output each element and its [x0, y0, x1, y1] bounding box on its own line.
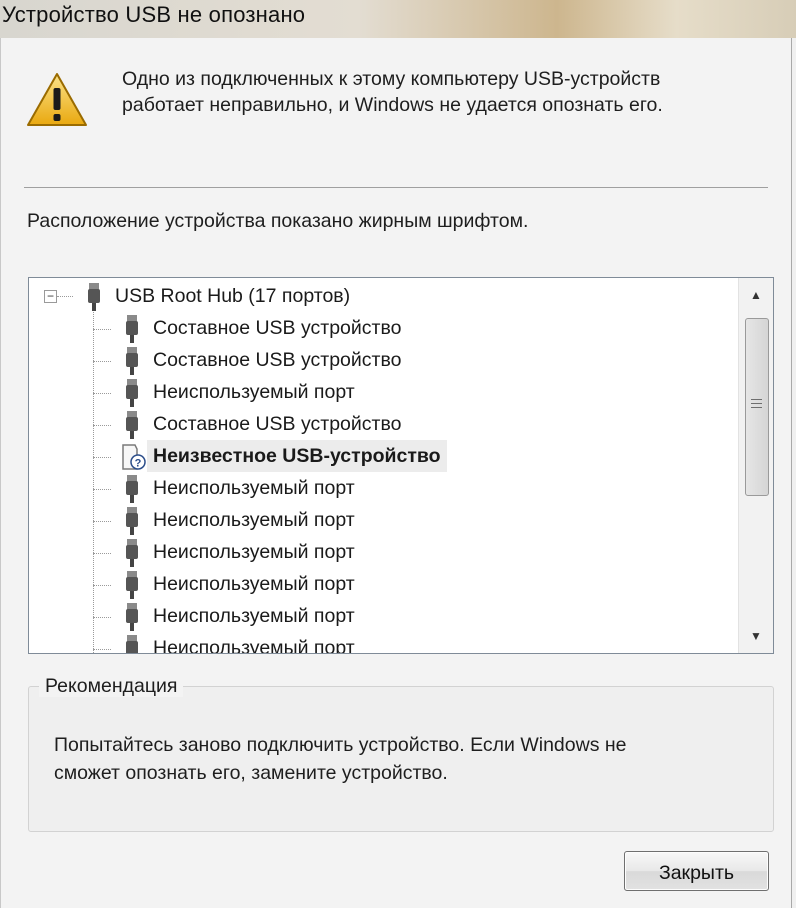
scroll-down-arrow-icon[interactable]: ▼	[739, 619, 773, 653]
warning-icon	[27, 73, 87, 126]
usb-plug-icon	[126, 379, 138, 407]
tree-item-label: Составное USB устройство	[153, 349, 402, 371]
svg-text:?: ?	[135, 458, 142, 470]
tree-item-label: Неиспользуемый порт	[153, 477, 355, 499]
usb-plug-icon	[126, 411, 138, 439]
tree-connector	[93, 329, 111, 330]
recommendation-group: Рекомендация Попытайтесь заново подключи…	[28, 675, 774, 832]
tree-connector	[93, 393, 111, 394]
tree-item-label: Составное USB устройство	[153, 413, 402, 435]
tree-item-label: Неизвестное USB-устройство	[147, 440, 447, 472]
recommendation-text: Попытайтесь заново подключить устройство…	[54, 731, 744, 787]
tree-node-label: USB Root Hub (17 портов)	[115, 285, 351, 307]
tree-connector	[93, 585, 111, 586]
usb-plug-icon	[126, 635, 138, 653]
usb-plug-icon	[126, 603, 138, 631]
tree-connector	[93, 521, 111, 522]
scroll-thumb[interactable]	[745, 318, 769, 496]
tree-connector	[93, 649, 111, 650]
recommendation-line-1: Попытайтесь заново подключить устройство…	[54, 734, 627, 756]
usb-plug-icon	[126, 475, 138, 503]
tree-connector	[93, 457, 111, 458]
grip-icon	[751, 399, 762, 411]
recommendation-line-2: сможет опознать его, замените устройство…	[54, 762, 448, 784]
collapse-toggle[interactable]: −	[44, 290, 57, 303]
device-tree[interactable]: − USB Root Hub (17 портов) Составное USB…	[28, 277, 774, 654]
tree-item-label: Неиспользуемый порт	[153, 381, 355, 403]
hint-text: Расположение устройства показано жирным …	[27, 210, 529, 232]
tree-connector	[93, 617, 111, 618]
error-message: Одно из подключенных к этому компьютеру …	[122, 66, 762, 118]
tree-item-label: Неиспользуемый порт	[153, 573, 355, 595]
usb-plug-icon	[88, 283, 100, 311]
title-bar: Устройство USB не опознано	[0, 0, 796, 38]
usb-plug-icon	[126, 539, 138, 567]
vertical-scrollbar[interactable]: ▲ ▼	[738, 278, 773, 653]
tree-connector	[93, 425, 111, 426]
tree-item-label: Составное USB устройство	[153, 317, 402, 339]
tree-connector	[93, 489, 111, 490]
tree-item-label: Неиспользуемый порт	[153, 637, 355, 653]
tree-viewport: − USB Root Hub (17 портов) Составное USB…	[29, 278, 737, 653]
tree-connector	[57, 296, 73, 297]
window-title: Устройство USB не опознано	[2, 2, 306, 27]
usb-plug-icon	[126, 347, 138, 375]
separator	[24, 187, 768, 188]
message-line-1: Одно из подключенных к этому компьютеру …	[122, 68, 661, 90]
tree-connector	[93, 361, 111, 362]
usb-plug-icon	[126, 315, 138, 343]
tree-connector	[93, 553, 111, 554]
usb-plug-icon	[126, 571, 138, 599]
tree-item-label: Неиспользуемый порт	[153, 541, 355, 563]
tree-connector	[93, 312, 94, 653]
close-button[interactable]: Закрыть	[624, 851, 769, 891]
unknown-device-icon: ?	[122, 444, 146, 470]
tree-item-label: Неиспользуемый порт	[153, 605, 355, 627]
usb-plug-icon	[126, 507, 138, 535]
recommendation-legend: Рекомендация	[39, 675, 184, 697]
scroll-up-arrow-icon[interactable]: ▲	[739, 278, 773, 312]
tree-item-label: Неиспользуемый порт	[153, 509, 355, 531]
message-line-2: работает неправильно, и Windows не удает…	[122, 94, 663, 116]
